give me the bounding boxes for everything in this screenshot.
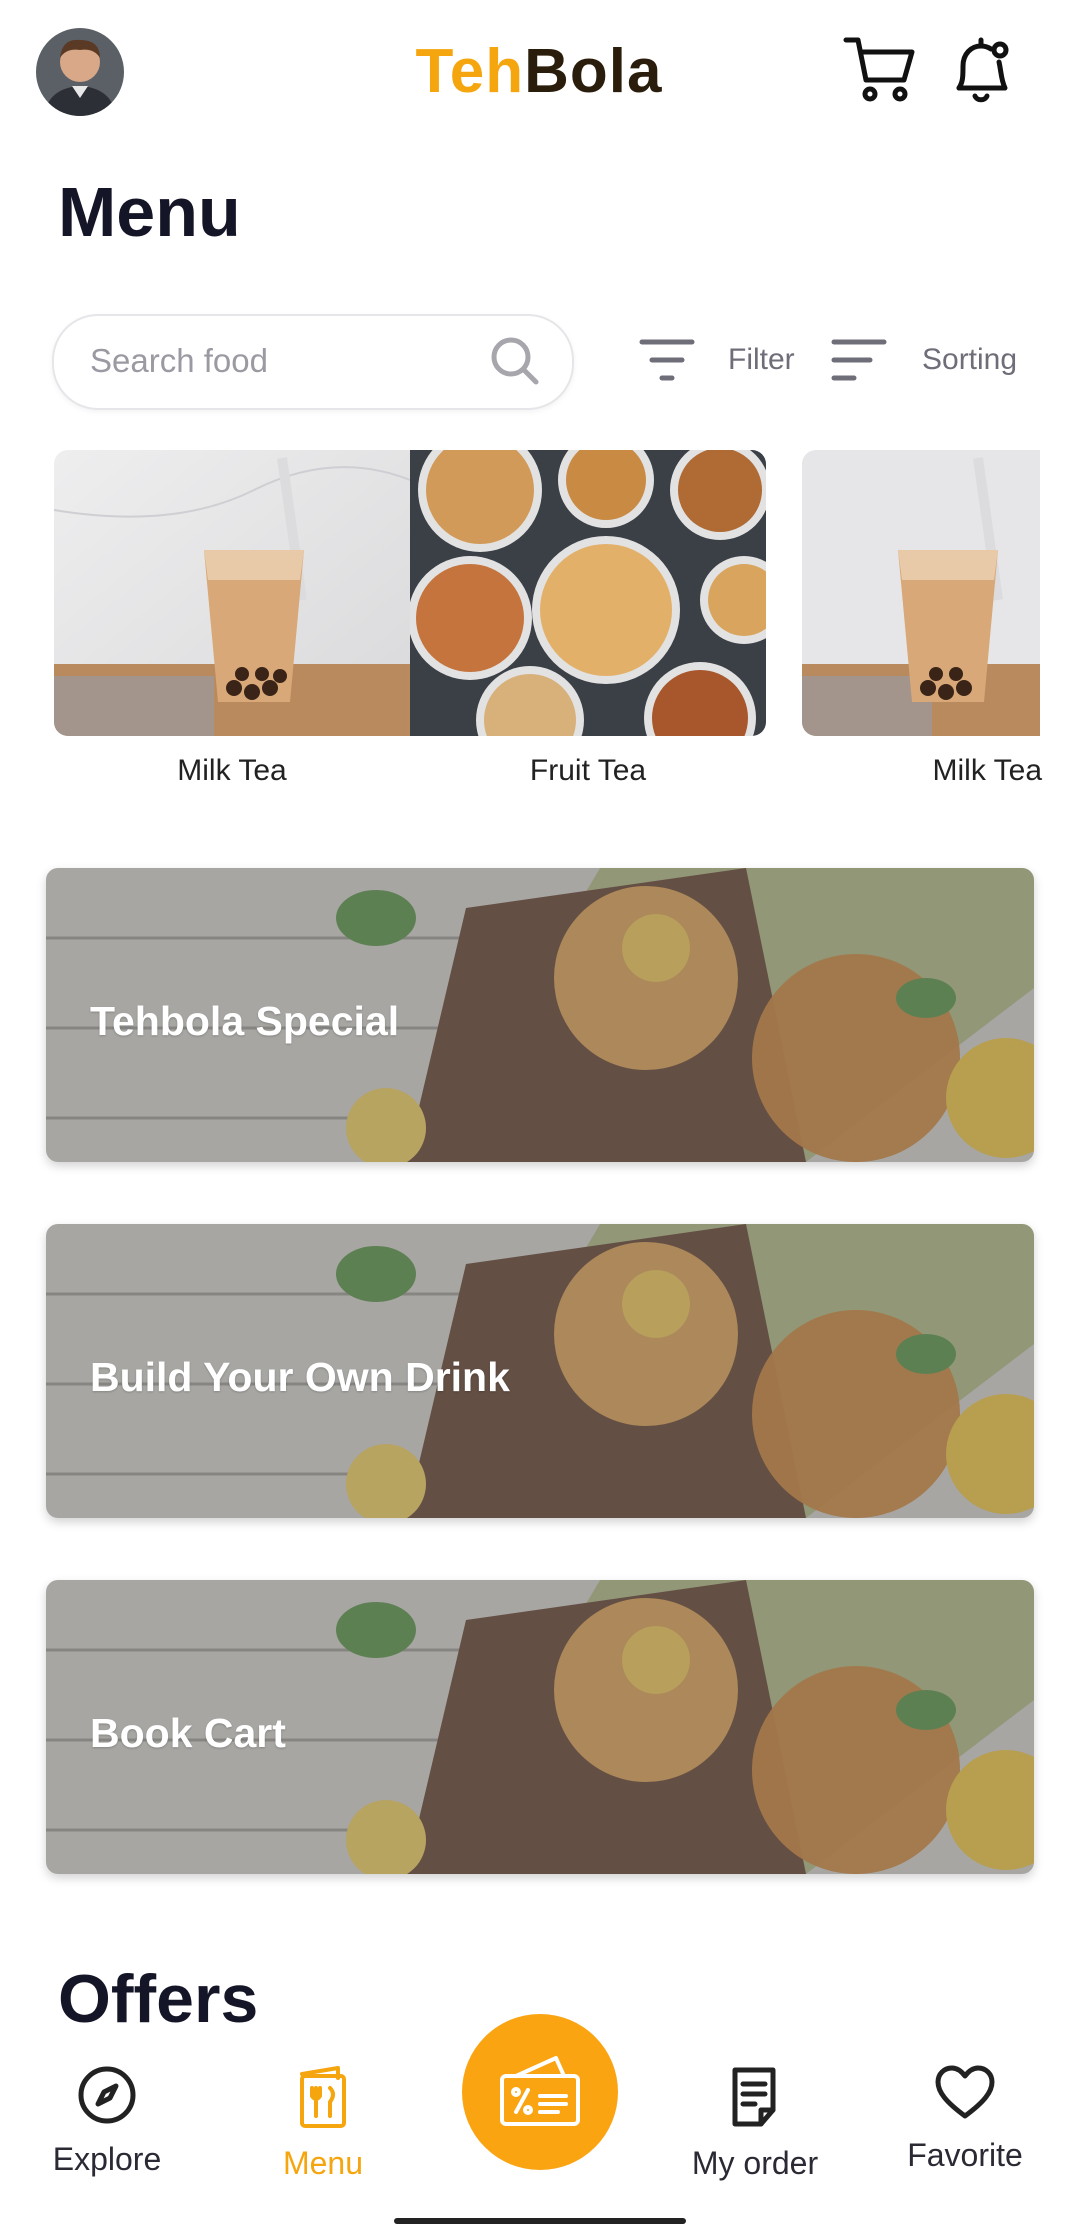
nav-menu[interactable]: Menu — [228, 2064, 418, 2182]
sort-icon — [831, 339, 887, 381]
category-fruit-tea-image[interactable] — [410, 450, 766, 736]
nav-explore-label: Explore — [52, 2141, 162, 2177]
category-label-milk-tea-2[interactable]: Milk Tea — [842, 754, 1042, 788]
nav-menu-label: Menu — [282, 2145, 364, 2181]
nav-my-order-label: My order — [691, 2145, 819, 2181]
filter-button[interactable]: Filter — [638, 336, 795, 384]
search-field[interactable]: Search food — [52, 314, 574, 410]
nav-favorite[interactable]: Favorite — [870, 2064, 1060, 2174]
category-label-fruit-tea[interactable]: Fruit Tea — [410, 754, 766, 788]
category-milk-tea-image[interactable] — [54, 450, 410, 736]
nav-my-order[interactable]: My order — [660, 2064, 850, 2182]
home-indicator — [394, 2218, 686, 2224]
nav-explore[interactable]: Explore — [12, 2064, 202, 2178]
cart-icon — [843, 37, 915, 102]
vouchers-fab-button[interactable] — [462, 2014, 618, 2170]
offers-heading: Offers — [58, 1961, 259, 2037]
filter-icon — [639, 339, 695, 381]
banner-tehbola-special[interactable]: Tehbola Special — [46, 868, 1034, 1162]
notifications-button[interactable] — [942, 30, 1022, 110]
nav-favorite-label: Favorite — [907, 2137, 1023, 2173]
bottom-navigation: Explore Menu My order Favorite — [0, 2014, 1078, 2222]
banner-book-cart[interactable]: Book Cart — [46, 1580, 1034, 1874]
compass-icon — [78, 2066, 136, 2124]
bell-icon — [956, 37, 1009, 103]
category-milk-tea-image-2[interactable] — [802, 450, 1040, 736]
logo-part-teh: Teh — [415, 37, 525, 106]
menu-book-icon — [300, 2066, 346, 2128]
heart-icon — [935, 2065, 995, 2119]
category-label-milk-tea[interactable]: Milk Tea — [54, 754, 410, 788]
logo-part-bola: Bola — [524, 37, 663, 106]
page-title: Menu — [58, 173, 241, 251]
search-placeholder: Search food — [90, 342, 268, 379]
sorting-label: Sorting — [922, 343, 1018, 376]
banner-title: Build Your Own Drink — [90, 1354, 510, 1400]
banner-title: Tehbola Special — [90, 998, 400, 1044]
search-icon[interactable] — [488, 334, 542, 393]
cart-button[interactable] — [840, 30, 920, 110]
sorting-button[interactable]: Sorting — [830, 336, 1017, 384]
filter-label: Filter — [728, 343, 795, 376]
banner-build-your-own-drink[interactable]: Build Your Own Drink — [46, 1224, 1034, 1518]
order-list-icon — [732, 2067, 776, 2127]
banner-title: Book Cart — [90, 1710, 286, 1756]
voucher-card-icon — [500, 2056, 580, 2126]
